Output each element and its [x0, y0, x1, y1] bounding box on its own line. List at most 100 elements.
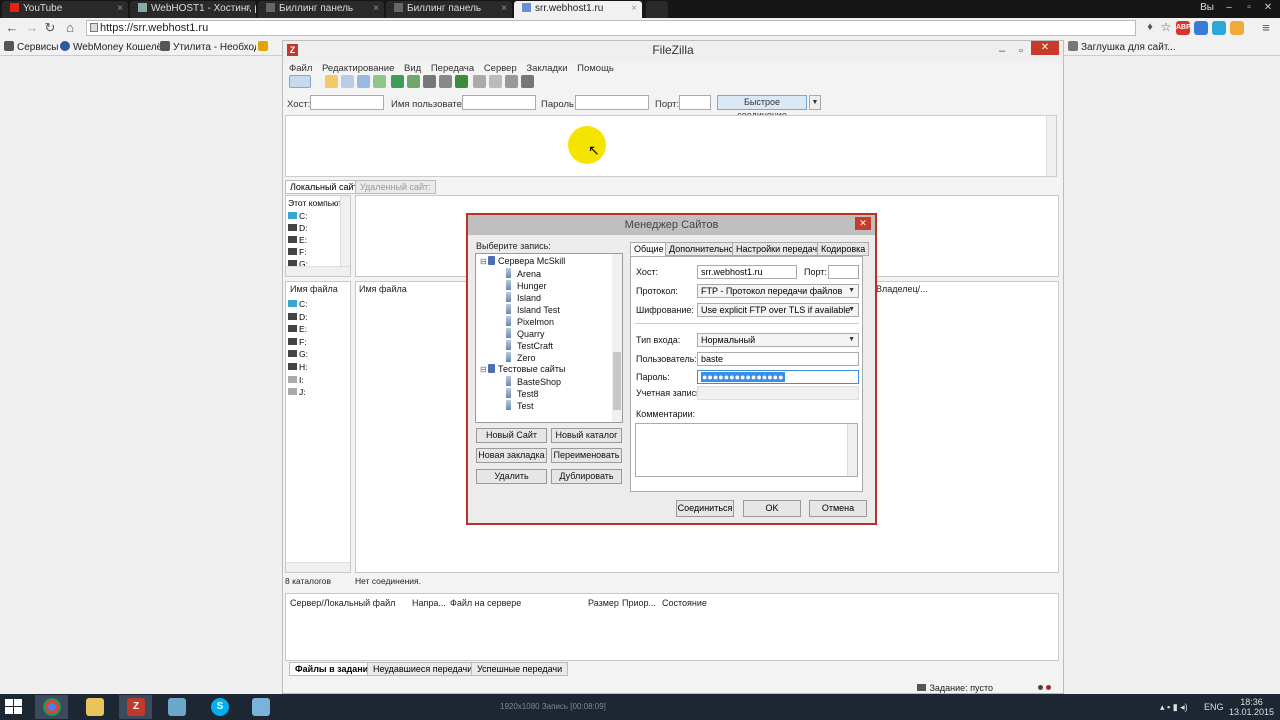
address-bar[interactable]: https://srr.webhost1.ru — [86, 20, 1136, 36]
extension-icon[interactable] — [1194, 21, 1208, 35]
col-remote-file[interactable]: Файл на сервере — [450, 598, 521, 608]
tree-site[interactable]: BasteShop — [506, 376, 561, 387]
logon-type-select[interactable]: Нормальный ▼ — [697, 333, 859, 347]
list-hscrollbar[interactable] — [286, 562, 350, 572]
menu-server[interactable]: Сервер — [484, 63, 517, 74]
remote-site-tab[interactable]: Удаленный сайт: — [355, 180, 436, 194]
close-window-button[interactable]: ✕ — [1258, 0, 1278, 16]
compare-icon[interactable] — [489, 75, 502, 88]
start-button[interactable] — [5, 699, 23, 715]
page-info-icon[interactable] — [90, 23, 98, 32]
col-size[interactable]: Размер — [588, 598, 619, 608]
list-item[interactable]: G: — [288, 348, 308, 361]
drive-item[interactable]: C: — [288, 210, 308, 222]
bookmark-star-icon[interactable]: ☆ — [1158, 20, 1174, 36]
connect-button[interactable]: Соединиться — [676, 500, 734, 517]
tab-failed-transfers[interactable]: Неудавшиеся передачи — [367, 662, 479, 676]
tree-site[interactable]: Quarry — [506, 328, 545, 339]
collapse-icon[interactable]: ⊟ — [480, 256, 488, 267]
home-icon[interactable]: ⌂ — [62, 20, 78, 36]
back-icon[interactable]: ← — [4, 20, 20, 36]
tab-transfer-settings[interactable]: Настройки передачи — [732, 242, 827, 256]
cancel-icon[interactable] — [423, 75, 436, 88]
menu-file[interactable]: Файл — [289, 63, 312, 74]
tree-folder-mcskill[interactable]: ⊟ Сервера McSkill — [480, 256, 565, 267]
message-log-icon[interactable] — [325, 75, 338, 88]
comments-field[interactable] — [635, 423, 858, 477]
taskbar-virtualbox[interactable] — [244, 695, 277, 719]
protocol-select[interactable]: FTP - Протокол передачи файлов ▼ — [697, 284, 859, 298]
tree-folder-test-sites[interactable]: ⊟ Тестовые сайты — [480, 364, 565, 375]
minimize-button[interactable]: – — [1220, 0, 1238, 16]
col-direction[interactable]: Напра... — [412, 598, 446, 608]
quickconnect-history-button[interactable]: ▼ — [809, 95, 821, 110]
log-scrollbar[interactable] — [1046, 116, 1056, 176]
tree-site[interactable]: Test8 — [506, 388, 539, 399]
close-icon[interactable]: × — [117, 1, 123, 16]
tree-hscrollbar[interactable] — [286, 266, 350, 276]
menu-icon[interactable]: ≡ — [1258, 20, 1274, 36]
col-owner[interactable]: Владелец/... — [876, 283, 928, 297]
local-site-tab[interactable]: Локальный сайт — [285, 180, 363, 194]
browser-tab-srr[interactable]: srr.webhost1.ru × — [514, 1, 642, 18]
list-item[interactable]: H: — [288, 361, 308, 374]
col-filename[interactable]: Имя файла — [359, 283, 407, 297]
browser-tab-billing-1[interactable]: Биллинг панель × — [258, 1, 384, 18]
ok-button[interactable]: OK — [743, 500, 801, 517]
rename-button[interactable]: Переименовать — [551, 448, 622, 463]
tab-charset[interactable]: Кодировка — [817, 242, 870, 256]
cancel-button[interactable]: Отмена — [809, 500, 867, 517]
close-icon[interactable]: × — [501, 1, 507, 16]
delete-button[interactable]: Удалить — [476, 469, 547, 484]
new-bookmark-button[interactable]: Новая закладка — [476, 448, 547, 463]
collapse-icon[interactable]: ⊟ — [480, 364, 488, 375]
site-manager-icon[interactable] — [289, 75, 311, 88]
profile-button[interactable]: Вы — [1200, 2, 1214, 13]
taskbar-filezilla[interactable]: Z — [119, 695, 152, 719]
tree-site[interactable]: Island — [506, 292, 541, 303]
tray-icons[interactable]: ▴ ▪ ▮ ◂) — [1160, 702, 1188, 713]
host-input[interactable] — [310, 95, 384, 110]
sync-browse-icon[interactable] — [505, 75, 518, 88]
close-icon[interactable]: × — [631, 1, 637, 16]
drive-item[interactable]: D: — [288, 222, 308, 234]
taskbar-explorer[interactable] — [78, 695, 111, 719]
tree-site[interactable]: Pixelmon — [506, 316, 554, 327]
language-indicator[interactable]: ENG — [1204, 702, 1224, 712]
close-icon[interactable]: × — [373, 1, 379, 16]
user-field[interactable]: baste — [697, 352, 859, 366]
refresh-icon[interactable] — [391, 75, 404, 88]
port-field[interactable] — [828, 265, 859, 279]
menu-help[interactable]: Помощь — [577, 63, 614, 74]
maximize-button[interactable]: ▫ — [1240, 0, 1258, 16]
list-item[interactable]: E: — [288, 323, 308, 336]
bookmark-apps[interactable]: Сервисы — [4, 41, 58, 53]
reload-icon[interactable]: ↻ — [42, 20, 58, 36]
adblock-icon[interactable]: ABP — [1176, 21, 1191, 35]
browser-tab-webhost[interactable]: WebHOST1 - Хостинг, ре × — [130, 1, 256, 18]
bookmark-utility[interactable]: Утилита - Необход... — [160, 41, 256, 53]
menu-transfer[interactable]: Передача — [431, 63, 474, 74]
col-status[interactable]: Состояние — [662, 598, 707, 608]
tree-site[interactable]: Hunger — [506, 280, 547, 291]
close-button[interactable]: ✕ — [1031, 41, 1059, 55]
bookmark-placeholder[interactable]: Заглушка для сайт... — [1068, 41, 1176, 53]
queue-icon[interactable] — [373, 75, 386, 88]
duplicate-button[interactable]: Дублировать — [551, 469, 622, 484]
bookmark-webmoney[interactable]: WebMoney Кошелё... — [60, 41, 171, 53]
encryption-select[interactable]: Use explicit FTP over TLS if available ▼ — [697, 303, 859, 317]
microphone-icon[interactable]: ♦ — [1142, 20, 1158, 36]
tree-scrollbar[interactable] — [340, 196, 350, 266]
tree-site-selected[interactable]: Test — [506, 400, 534, 411]
forward-icon[interactable]: → — [24, 20, 40, 36]
pass-input[interactable] — [575, 95, 649, 110]
tree-site[interactable]: TestCraft — [506, 340, 553, 351]
menu-view[interactable]: Вид — [404, 63, 421, 74]
tree-site[interactable]: Island Test — [506, 304, 560, 315]
tree-scrollbar[interactable] — [612, 254, 622, 422]
taskbar-chrome[interactable] — [35, 695, 68, 719]
filter-icon[interactable] — [473, 75, 486, 88]
browser-tab-billing-2[interactable]: Биллинг панель × — [386, 1, 512, 18]
maximize-button[interactable]: ▫ — [1019, 42, 1023, 60]
host-field[interactable]: srr.webhost1.ru — [697, 265, 797, 279]
